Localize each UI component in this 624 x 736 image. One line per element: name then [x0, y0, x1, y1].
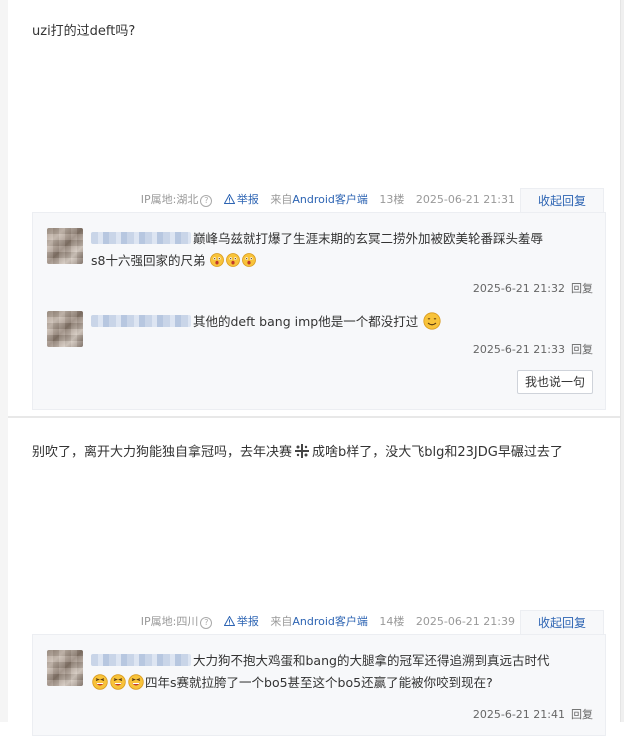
reply-time: 2025-6-21 21:41 — [472, 708, 565, 721]
post-content-part2: 成啥b样了，没大飞blg和23JDG早碾过去了 — [312, 445, 563, 460]
reply-meta: 2025-6-21 21:33 回复 — [473, 341, 593, 357]
surprised-face-emoji — [210, 253, 225, 267]
reply-meta: 2025-6-21 21:41 回复 — [473, 706, 593, 722]
reply-button[interactable]: 回复 — [571, 343, 593, 356]
reply-time: 2025-6-21 21:33 — [472, 343, 565, 356]
page-scroll-edge[interactable] — [620, 0, 624, 722]
collapse-replies-button[interactable]: 收起回复 — [520, 610, 604, 635]
avatar[interactable] — [47, 650, 83, 686]
surprised-face-emoji — [226, 253, 241, 267]
client-source: 来自Android客户端 — [270, 193, 368, 206]
client-source: 来自Android客户端 — [270, 615, 368, 628]
reply-text-line1: 其他的deft bang imp他是一个都没打过 — [193, 314, 419, 329]
reply-meta: 2025-6-21 21:32 回复 — [473, 280, 593, 296]
smile-face-emoji — [423, 312, 441, 330]
post-meta: IP属地:湖北? 举报 来自Android客户端 13楼 2025-06-21 … — [141, 190, 515, 210]
reply-text: 其他的deft bang imp他是一个都没打过 — [91, 311, 593, 333]
laughing-face-emoji — [92, 674, 108, 690]
report-label: 举报 — [236, 193, 259, 206]
reply-text-line2: s8十六强回家的尺弟 — [91, 253, 206, 268]
laughing-face-emoji — [110, 674, 126, 690]
warning-icon — [223, 616, 235, 626]
reply-item: 巅峰乌兹就打爆了生涯末期的玄冥二捞外加被欧美轮番踩头羞辱 s8十六强回家的尺弟 … — [47, 228, 593, 296]
post-content: uzi打的过deft吗? — [32, 24, 136, 39]
ip-location: IP属地:湖北 — [140, 193, 199, 206]
client-prefix: 来自 — [270, 615, 293, 628]
warning-icon — [223, 194, 235, 204]
client-prefix: 来自 — [270, 193, 293, 206]
reply-text-line2: 四年s赛就拉胯了一个bo5甚至这个bo5还赢了能被你咬到现在? — [145, 675, 493, 690]
post-floor-13: uzi打的过deft吗? IP属地:湖北? 举报 来自Android客户端 13… — [8, 0, 620, 416]
post-meta: IP属地:四川? 举报 来自Android客户端 14楼 2025-06-21 … — [141, 612, 515, 632]
post-content-part1: 别吹了，离开大力狗能独自拿冠吗，去年决赛 — [32, 445, 293, 460]
help-icon[interactable]: ? — [200, 195, 213, 207]
avatar[interactable] — [47, 311, 83, 347]
username-link[interactable] — [91, 654, 191, 666]
reply-text-line1: 大力狗不抱大鸡蛋和bang的大腿拿的冠军还得追溯到真远古时代 — [193, 653, 550, 668]
laughing-face-emoji — [128, 674, 144, 690]
post-content: 别吹了，离开大力狗能独自拿冠吗，去年决赛 成啥b样了，没大飞blg和23JDG早碾… — [32, 441, 563, 460]
reply-button[interactable]: 回复 — [571, 282, 593, 295]
report-label: 举报 — [236, 615, 259, 628]
username-link[interactable] — [91, 315, 191, 327]
add-comment-button[interactable]: 我也说一句 — [517, 370, 593, 394]
post-floor-14: 别吹了，离开大力狗能独自拿冠吗，去年决赛 成啥b样了，没大飞blg和23JDG早碾… — [8, 418, 620, 736]
reply-text: 大力狗不抱大鸡蛋和bang的大腿拿的冠军还得追溯到真远古时代 四年s赛就拉胯了一… — [91, 650, 593, 694]
surprised-face-emoji — [242, 253, 257, 267]
reply-time: 2025-6-21 21:32 — [472, 282, 565, 295]
reply-text-line1: 巅峰乌兹就打爆了生涯末期的玄冥二捞外加被欧美轮番踩头羞辱 — [193, 231, 544, 246]
avatar[interactable] — [47, 228, 83, 264]
client-app-link[interactable]: Android客户端 — [292, 615, 368, 628]
reply-text: 巅峰乌兹就打爆了生涯末期的玄冥二捞外加被欧美轮番踩头羞辱 s8十六强回家的尺弟 — [91, 228, 593, 272]
cross-dots-icon — [294, 443, 310, 459]
post-time: 2025-06-21 21:39 — [415, 615, 515, 628]
reply-item: 大力狗不抱大鸡蛋和bang的大腿拿的冠军还得追溯到真远古时代 四年s赛就拉胯了一… — [47, 650, 593, 722]
floor-number: 13楼 — [379, 193, 405, 206]
client-app-link[interactable]: Android客户端 — [292, 193, 368, 206]
post-time: 2025-06-21 21:31 — [415, 193, 515, 206]
collapse-replies-button[interactable]: 收起回复 — [520, 188, 604, 213]
ip-location: IP属地:四川 — [140, 615, 199, 628]
reply-list: 大力狗不抱大鸡蛋和bang的大腿拿的冠军还得追溯到真远古时代 四年s赛就拉胯了一… — [32, 634, 606, 736]
reply-button[interactable]: 回复 — [571, 708, 593, 721]
report-link[interactable]: 举报 — [223, 615, 259, 628]
floor-number: 14楼 — [379, 615, 405, 628]
help-icon[interactable]: ? — [200, 617, 213, 629]
reply-list: 巅峰乌兹就打爆了生涯末期的玄冥二捞外加被欧美轮番踩头羞辱 s8十六强回家的尺弟 … — [32, 212, 606, 410]
username-link[interactable] — [91, 232, 191, 244]
reply-item: 其他的deft bang imp他是一个都没打过 2025-6-21 21:33… — [47, 311, 593, 357]
page-left-gutter — [0, 0, 8, 722]
report-link[interactable]: 举报 — [223, 193, 259, 206]
